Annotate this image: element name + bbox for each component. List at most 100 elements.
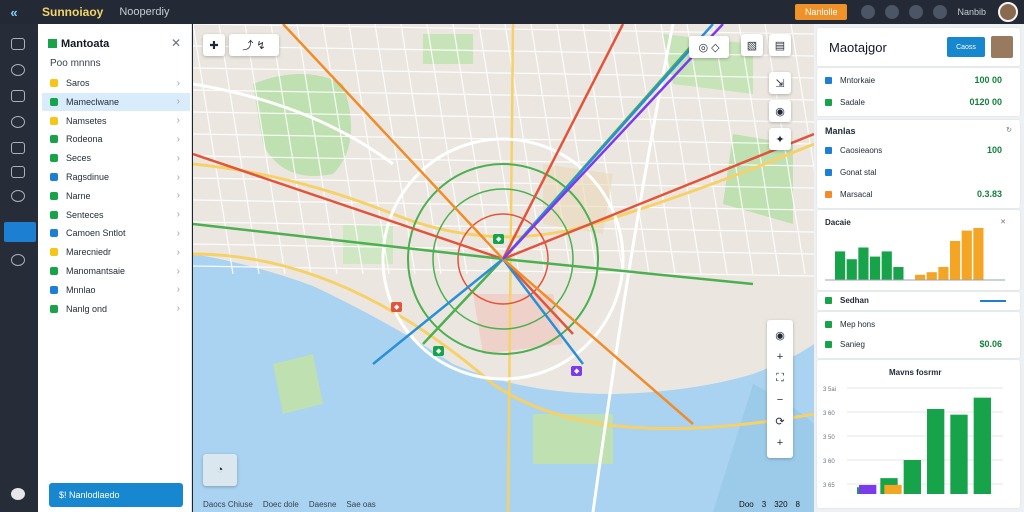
route-tools-icon[interactable]: ⤴ ↯ [229, 34, 279, 56]
chart-bar[interactable] [961, 230, 972, 280]
user-name[interactable]: Nanbib [957, 7, 986, 17]
chart-bar[interactable] [846, 259, 857, 280]
tools-icon[interactable] [11, 116, 25, 128]
chart-tick-label: 3 60 [823, 459, 835, 465]
fullscreen-icon[interactable]: ⛶ [776, 372, 784, 385]
chevron-right-icon[interactable]: › [177, 115, 180, 126]
chart-bar[interactable] [881, 251, 892, 280]
sidebar-action-button[interactable]: $! Nanlodlaedo [49, 483, 183, 507]
refresh-icon[interactable]: ↻ [1006, 126, 1012, 134]
zoom-controls[interactable]: ◉ + ⛶ − ⟳ + [767, 320, 793, 458]
eye-icon[interactable] [11, 254, 25, 266]
breadcrumb[interactable]: Nooperdiy [119, 6, 169, 18]
chevron-right-icon[interactable]: › [177, 284, 180, 295]
primary-action-button[interactable]: Nanlolle [794, 4, 848, 20]
chart-bar[interactable] [973, 228, 984, 280]
app-title: Sunnoiaoy [42, 5, 104, 19]
location-icon[interactable] [11, 190, 25, 202]
chart-bar[interactable] [859, 484, 877, 494]
map-marker[interactable]: ◆ [493, 234, 505, 244]
route-icon[interactable] [4, 222, 36, 242]
chart-bar[interactable] [835, 251, 846, 280]
chart-bar[interactable] [915, 274, 926, 280]
chevron-right-icon[interactable]: › [177, 209, 180, 220]
map-marker[interactable]: ◆ [391, 302, 403, 312]
measure-icon[interactable]: ✦ [769, 128, 791, 150]
sidebar-item[interactable]: Manomantsaie › [42, 262, 190, 280]
chart-bar[interactable] [858, 247, 869, 281]
camera-view-icon[interactable]: ◉ [769, 100, 791, 122]
chart-bar[interactable] [926, 272, 937, 280]
panel-button[interactable]: Caoss [947, 37, 985, 57]
chevron-right-icon[interactable]: › [177, 247, 180, 258]
sidebar-item[interactable]: Mnnlao › [42, 281, 190, 299]
camera-icon[interactable] [11, 90, 25, 102]
settings-icon[interactable] [885, 5, 900, 19]
chevron-right-icon[interactable]: › [177, 266, 180, 277]
globe-icon[interactable] [11, 64, 25, 76]
chart-bar[interactable] [870, 256, 881, 280]
map-svg[interactable] [193, 24, 814, 512]
chart-bar[interactable] [950, 241, 961, 280]
zoom-out-icon[interactable]: − [777, 394, 783, 406]
map-marker[interactable]: ◆ [571, 366, 583, 376]
chevron-right-icon[interactable]: › [177, 153, 180, 164]
sidebar-item[interactable]: Marecniedr › [42, 243, 190, 261]
locate-icon[interactable]: ◉ [775, 329, 785, 342]
chart-bar[interactable] [893, 267, 904, 280]
sidebar-item[interactable]: Senteces › [42, 206, 190, 224]
chart-bar[interactable] [884, 484, 902, 494]
satellite-icon[interactable]: ▤ [769, 34, 791, 56]
sidebar-item[interactable]: Rodeona › [42, 130, 190, 148]
chart-bar[interactable] [973, 397, 991, 494]
sidebar-item-label: Saros [66, 78, 90, 88]
chevron-right-icon[interactable]: › [177, 134, 180, 145]
metric-value: 0.3.83 [976, 189, 1002, 199]
chevron-right-icon[interactable]: › [177, 96, 180, 107]
sidebar-item[interactable]: Saros › [42, 74, 190, 92]
rotate-icon[interactable]: ⟳ [775, 415, 784, 428]
notification-icon[interactable] [861, 5, 876, 19]
sidebar-item[interactable]: Seces › [42, 149, 190, 167]
sidebar-item[interactable]: Nanlg ond › [42, 300, 190, 318]
zoom-in-icon[interactable]: + [777, 351, 783, 363]
layers-icon[interactable] [11, 38, 25, 50]
help-icon[interactable] [11, 488, 25, 500]
sidebar-item-label: Senteces [66, 209, 104, 220]
chart-bar[interactable] [950, 414, 968, 494]
screen-icon[interactable] [11, 166, 25, 178]
draw-tool-icon[interactable]: ✚ [203, 34, 225, 56]
user-avatar[interactable] [998, 2, 1018, 22]
map-type-icon[interactable]: ▧ [741, 34, 763, 56]
layer-color-icon [50, 79, 58, 87]
map-marker[interactable]: ◆ [433, 346, 445, 356]
pan-icon[interactable]: ⇲ [769, 72, 791, 94]
sidebar-item[interactable]: Camoen Sntlot › [42, 224, 190, 242]
metric-color-icon [825, 341, 832, 348]
chart-bar[interactable] [938, 267, 949, 280]
search-icon[interactable] [909, 5, 924, 19]
close-icon[interactable]: ✕ [171, 36, 181, 50]
panel-avatar[interactable] [991, 36, 1013, 58]
document-icon[interactable] [11, 142, 25, 154]
chart-bar[interactable] [927, 409, 945, 494]
minimap-thumbnail[interactable]: ◔ [203, 454, 237, 486]
sidebar-item[interactable]: Namsetes › [42, 112, 190, 130]
grid-icon[interactable] [933, 5, 948, 19]
layers-toggle-icon[interactable]: ◎ ◇ [689, 36, 729, 58]
chevron-right-icon[interactable]: › [177, 190, 180, 201]
chart-bar[interactable] [903, 460, 921, 494]
sidebar-item[interactable]: Narne › [42, 187, 190, 205]
chevron-right-icon[interactable]: › [177, 228, 180, 239]
sidebar-item[interactable]: Ragsdinue › [42, 168, 190, 186]
chevron-right-icon[interactable]: › [177, 172, 180, 183]
chart-close-icon[interactable]: ✕ [1000, 218, 1006, 226]
sidebar-item[interactable]: Mameclwane › [42, 92, 190, 111]
chevron-right-icon[interactable]: › [177, 303, 180, 314]
chevron-right-icon[interactable]: › [177, 78, 180, 89]
map-canvas[interactable]: ✚ ⤴ ↯ ◎ ◇ ▧ ▤ ⇲ ◉ ✦ ◉ + ⛶ − ⟳ + ◔ ◆ ◆ ◆ … [193, 24, 814, 512]
add-icon[interactable]: + [777, 437, 783, 449]
metric-label-text: Marsacal [840, 190, 873, 199]
layer-sidebar: Mantoata ✕ Poo mnnns Saros › Mameclwane › Na… [38, 24, 192, 512]
app-logo-icon[interactable]: « [0, 0, 28, 24]
